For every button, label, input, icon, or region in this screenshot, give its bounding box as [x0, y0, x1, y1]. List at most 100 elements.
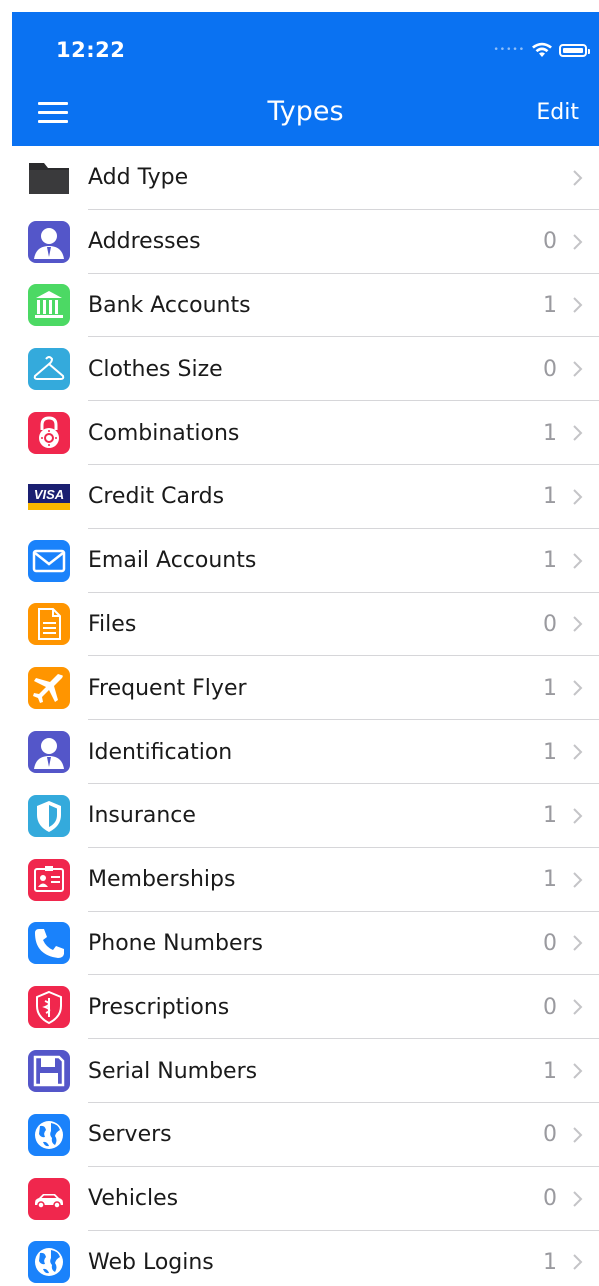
page-title: Types — [267, 96, 344, 127]
item-label: Frequent Flyer — [88, 675, 247, 701]
chevron-right-icon — [572, 998, 583, 1016]
list-item-prescriptions[interactable]: Prescriptions 0 — [12, 975, 599, 1039]
item-label: Identification — [88, 739, 233, 765]
item-label: Vehicles — [88, 1186, 179, 1212]
status-indicators: ••••• — [493, 40, 590, 60]
item-count: 0 — [543, 229, 557, 255]
floppy-disk-icon — [28, 1050, 70, 1093]
chevron-right-icon — [572, 1253, 583, 1271]
item-count: 0 — [543, 930, 557, 956]
list-item-files[interactable]: Files 0 — [12, 593, 599, 657]
chevron-right-icon — [572, 871, 583, 889]
chevron-right-icon — [572, 360, 583, 378]
caduceus-shield-icon — [28, 986, 70, 1029]
item-count: 0 — [543, 1122, 557, 1148]
id-card-icon — [28, 858, 70, 901]
chevron-right-icon — [572, 807, 583, 825]
folder-icon — [28, 157, 70, 199]
item-count: 1 — [543, 484, 557, 510]
item-count: 1 — [543, 420, 557, 446]
item-label: Phone Numbers — [88, 930, 263, 956]
item-label: Web Logins — [88, 1249, 214, 1275]
list-item-credit-cards[interactable]: VISA Credit Cards 1 — [12, 465, 599, 529]
hanger-icon — [28, 348, 70, 391]
wifi-icon — [532, 42, 552, 57]
envelope-icon — [28, 539, 70, 582]
chevron-right-icon — [572, 169, 583, 187]
item-count: 1 — [543, 292, 557, 318]
item-label: Combinations — [88, 420, 240, 446]
chevron-right-icon — [572, 296, 583, 314]
app-window: 12:22 ••••• Types Edit Add Type Addresse… — [12, 12, 599, 1286]
person-icon — [28, 220, 70, 263]
item-count: 0 — [543, 611, 557, 637]
chevron-right-icon — [572, 1190, 583, 1208]
item-count: 1 — [543, 1058, 557, 1084]
list-item-insurance[interactable]: Insurance 1 — [12, 784, 599, 848]
list-item-addresses[interactable]: Addresses 0 — [12, 210, 599, 274]
list-item-identification[interactable]: Identification 1 — [12, 720, 599, 784]
types-list: Add Type Addresses 0 Bank Accounts 1 Clo — [12, 146, 599, 1286]
item-count: 0 — [543, 994, 557, 1020]
list-item-phone-numbers[interactable]: Phone Numbers 0 — [12, 912, 599, 976]
battery-icon — [559, 43, 590, 57]
list-item-memberships[interactable]: Memberships 1 — [12, 848, 599, 912]
cellular-signal-icon: ••••• — [493, 45, 525, 55]
chevron-right-icon — [572, 233, 583, 251]
list-item-bank-accounts[interactable]: Bank Accounts 1 — [12, 274, 599, 338]
chevron-right-icon — [572, 1062, 583, 1080]
shield-icon — [28, 794, 70, 837]
svg-text:VISA: VISA — [34, 487, 64, 502]
item-label: Clothes Size — [88, 356, 223, 382]
list-item-combinations[interactable]: Combinations 1 — [12, 401, 599, 465]
item-label: Servers — [88, 1122, 172, 1148]
item-count: 1 — [543, 1249, 557, 1275]
chevron-right-icon — [572, 424, 583, 442]
list-item-serial-numbers[interactable]: Serial Numbers 1 — [12, 1039, 599, 1103]
document-icon — [28, 603, 70, 646]
status-time: 12:22 — [56, 38, 126, 62]
chevron-right-icon — [572, 615, 583, 633]
item-count: 1 — [543, 803, 557, 829]
item-label: Credit Cards — [88, 484, 225, 510]
chevron-right-icon — [572, 934, 583, 952]
item-count: 1 — [543, 675, 557, 701]
list-item-email-accounts[interactable]: Email Accounts 1 — [12, 529, 599, 593]
item-label: Insurance — [88, 803, 196, 829]
item-count: 1 — [543, 739, 557, 765]
item-count: 0 — [543, 1186, 557, 1212]
item-count: 1 — [543, 548, 557, 574]
visa-card-icon: VISA — [28, 476, 70, 518]
chevron-right-icon — [572, 679, 583, 697]
item-label: Prescriptions — [88, 994, 230, 1020]
airplane-icon — [28, 667, 70, 710]
item-label: Serial Numbers — [88, 1058, 258, 1084]
globe-icon — [28, 1241, 70, 1284]
globe-icon — [28, 1113, 70, 1156]
chevron-right-icon — [572, 743, 583, 761]
chevron-right-icon — [572, 488, 583, 506]
item-label: Bank Accounts — [88, 292, 251, 318]
item-count: 1 — [543, 867, 557, 893]
phone-icon — [28, 922, 70, 965]
item-count: 0 — [543, 356, 557, 382]
padlock-icon — [28, 412, 70, 455]
list-item-servers[interactable]: Servers 0 — [12, 1103, 599, 1167]
list-item-web-logins[interactable]: Web Logins 1 — [12, 1231, 599, 1286]
person-icon — [28, 731, 70, 774]
item-label: Email Accounts — [88, 548, 257, 574]
item-label: Add Type — [88, 165, 189, 191]
chevron-right-icon — [572, 552, 583, 570]
item-label: Files — [88, 611, 137, 637]
item-label: Memberships — [88, 867, 236, 893]
car-icon — [28, 1177, 70, 1220]
edit-button[interactable]: Edit — [536, 100, 579, 125]
list-item-add-type[interactable]: Add Type — [12, 146, 599, 210]
chevron-right-icon — [572, 1126, 583, 1144]
bank-icon — [28, 284, 70, 327]
list-item-clothes-size[interactable]: Clothes Size 0 — [12, 337, 599, 401]
list-item-vehicles[interactable]: Vehicles 0 — [12, 1167, 599, 1231]
list-item-frequent-flyer[interactable]: Frequent Flyer 1 — [12, 656, 599, 720]
header-bar: 12:22 ••••• Types Edit — [12, 12, 599, 146]
item-label: Addresses — [88, 229, 201, 255]
